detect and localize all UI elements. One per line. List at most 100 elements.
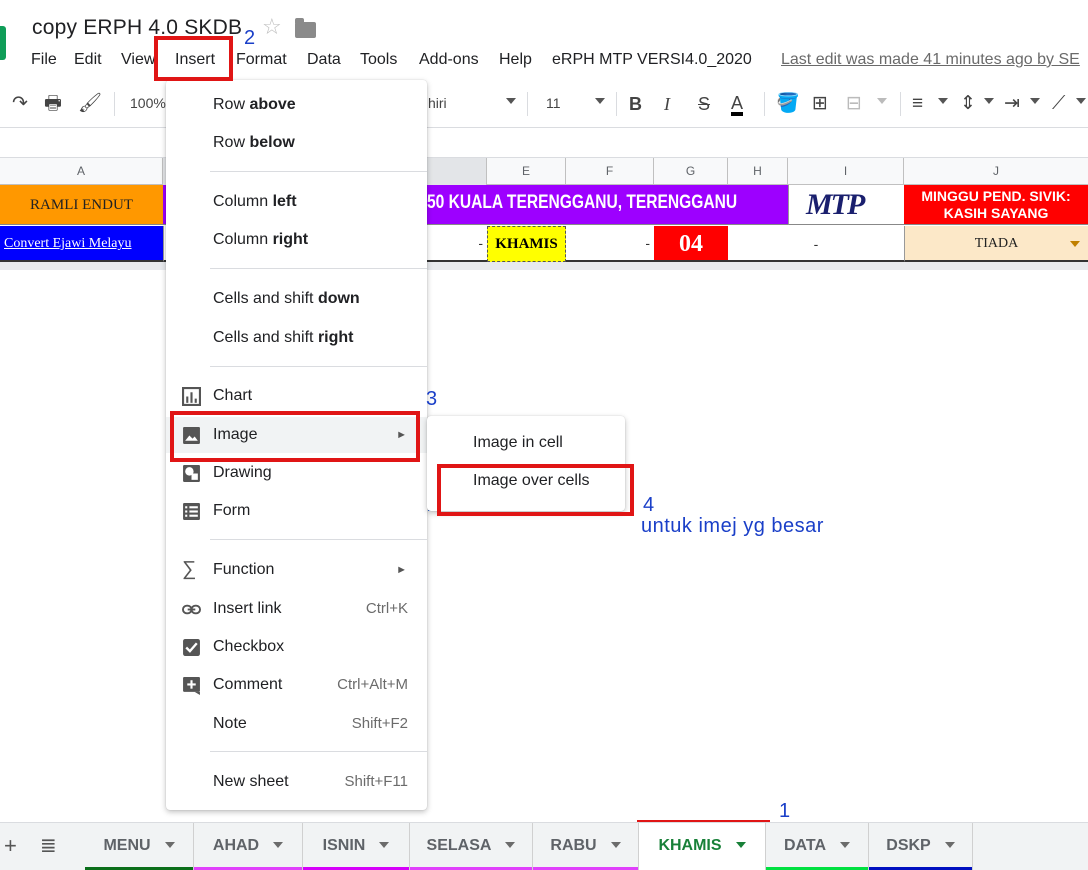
tab-dropdown-icon[interactable] [735, 842, 746, 848]
toolbar-divider [900, 92, 901, 116]
annotation-box-image-over-cells [437, 464, 634, 516]
cell-teacher-name[interactable]: RAMLI ENDUT [0, 185, 163, 225]
column-header-g[interactable]: G [654, 158, 728, 185]
menu-file[interactable]: File [31, 51, 57, 69]
menu-comment[interactable]: Comment Ctrl+Alt+M [166, 667, 427, 703]
italic-icon[interactable]: I [664, 94, 670, 114]
rotation-dropdown-icon[interactable] [1076, 98, 1086, 104]
vertical-align-dropdown-icon[interactable] [984, 98, 994, 104]
column-header-a[interactable]: A [0, 158, 163, 185]
font-size-dropdown-icon[interactable] [595, 98, 605, 104]
paint-format-icon[interactable]: 🖌 [78, 94, 102, 114]
column-header-f[interactable]: F [566, 158, 654, 185]
tab-dropdown-icon[interactable] [944, 842, 955, 848]
sheet-tab-khamis[interactable]: KHAMIS [639, 823, 766, 870]
wrap-dropdown-icon[interactable] [1030, 98, 1040, 104]
sheets-logo[interactable] [0, 26, 6, 60]
fill-color-icon[interactable]: 🪣 [776, 94, 800, 114]
text-color-icon[interactable]: A [731, 94, 744, 116]
last-edit-link[interactable]: Last edit was made 41 minutes ago by SE [781, 51, 1080, 69]
cell-hi[interactable]: - [728, 226, 904, 262]
menu-data[interactable]: Data [307, 51, 341, 69]
sheet-tab-selasa[interactable]: SELASA [410, 823, 533, 870]
cell-dropdown-tiada[interactable]: TIADA [904, 226, 1088, 262]
menu-erph[interactable]: eRPH MTP VERSI4.0_2020 [552, 51, 752, 69]
sheet-tab-ahad[interactable]: AHAD [194, 823, 303, 870]
menu-separator [210, 366, 427, 367]
menu-tools[interactable]: Tools [360, 51, 397, 69]
menu-view[interactable]: View [121, 51, 155, 69]
strikethrough-icon[interactable]: S [698, 94, 710, 114]
menu-chart[interactable]: Chart [166, 378, 427, 414]
shortcut-text: Ctrl+K [365, 600, 408, 617]
menu-column-right[interactable]: Column right [166, 222, 427, 258]
add-comment-icon [183, 677, 200, 695]
menu-checkbox[interactable]: Checkbox [166, 629, 427, 665]
menu-function[interactable]: ∑ Function ► [166, 552, 427, 588]
star-icon[interactable]: ☆ [262, 14, 282, 40]
font-size-select[interactable]: 11 [546, 95, 561, 111]
align-dropdown-icon[interactable] [938, 98, 948, 104]
tab-dropdown-icon[interactable] [164, 842, 175, 848]
bold-icon[interactable]: B [629, 94, 642, 114]
align-icon[interactable]: ≡ [912, 94, 923, 114]
menu-column-left[interactable]: Column left [166, 184, 427, 220]
tab-dropdown-icon[interactable] [505, 842, 516, 848]
cell-minggu[interactable]: MINGGU PEND. SIVIK: KASIH SAYANG [904, 185, 1088, 225]
toolbar: ↷ 🖶 🖌 100% hiri 11 B I S A 🪣 ⊞ ⊟ ≡ ⇕ ⇥ ⟋ [0, 82, 1088, 128]
menu-format[interactable]: Format [236, 51, 287, 69]
menu-note[interactable]: Note Shift+F2 [166, 706, 427, 742]
sheet-tab-dskp[interactable]: DSKP [869, 823, 973, 870]
column-header-j[interactable]: J [904, 158, 1088, 185]
menu-help[interactable]: Help [499, 51, 532, 69]
print-icon[interactable]: 🖶 [44, 94, 62, 114]
tab-dropdown-icon[interactable] [273, 842, 284, 848]
menu-row-above[interactable]: Row above [166, 87, 427, 123]
sheet-tab-menu[interactable]: MENU [85, 823, 194, 870]
column-header-h[interactable]: H [728, 158, 788, 185]
menu-insert-link[interactable]: Insert link Ctrl+K [166, 591, 427, 627]
text-wrap-icon[interactable]: ⇥ [1004, 94, 1020, 114]
cell-f[interactable]: - [566, 226, 654, 262]
redo-icon[interactable]: ↷ [12, 94, 28, 114]
vertical-align-icon[interactable]: ⇕ [960, 94, 976, 114]
menu-separator [210, 751, 427, 752]
toolbar-divider [114, 92, 115, 116]
sheet-tab-data[interactable]: DATA [766, 823, 869, 870]
add-sheet-icon[interactable]: + [4, 833, 17, 859]
column-header-i[interactable]: I [788, 158, 904, 185]
submenu-arrow-icon: ► [396, 564, 407, 576]
sheet-tab-rabu[interactable]: RABU [533, 823, 639, 870]
menu-cells-shift-right[interactable]: Cells and shift right [166, 320, 427, 356]
column-header-row: A E F G H I J [0, 157, 1088, 185]
merge-dropdown-icon[interactable] [877, 98, 887, 104]
sheet-tab-isnin[interactable]: ISNIN [303, 823, 410, 870]
text-rotation-icon[interactable]: ⟋ [1052, 94, 1065, 114]
menu-edit[interactable]: Edit [74, 51, 102, 69]
merge-cells-icon[interactable]: ⊟ [846, 94, 862, 114]
menu-image-in-cell[interactable]: Image in cell [473, 434, 563, 452]
cell-day[interactable]: KHAMIS [487, 226, 566, 262]
menu-row-below[interactable]: Row below [166, 125, 427, 161]
menu-separator [210, 268, 427, 269]
annotation-note: untuk imej yg besar [641, 515, 824, 537]
tab-dropdown-icon[interactable] [610, 842, 621, 848]
cell-week-number[interactable]: 04 [654, 226, 728, 262]
dropdown-arrow-icon[interactable] [1070, 241, 1080, 247]
font-dropdown-icon[interactable] [506, 98, 516, 104]
menu-cells-shift-down[interactable]: Cells and shift down [166, 281, 427, 317]
tab-dropdown-icon[interactable] [379, 842, 390, 848]
menu-form[interactable]: Form [166, 493, 427, 529]
zoom-select[interactable]: 100% [130, 95, 166, 111]
form-icon [183, 503, 200, 520]
folder-icon[interactable] [295, 18, 316, 38]
menu-new-sheet[interactable]: New sheet Shift+F11 [166, 764, 427, 800]
column-header-e[interactable]: E [487, 158, 566, 185]
font-select[interactable]: hiri [428, 95, 447, 111]
menu-add-ons[interactable]: Add-ons [419, 51, 479, 69]
convert-ejawi-link[interactable]: Convert Ejawi Melayu [0, 226, 163, 262]
tab-dropdown-icon[interactable] [840, 842, 851, 848]
all-sheets-icon[interactable]: ≣ [40, 833, 57, 858]
borders-icon[interactable]: ⊞ [812, 94, 828, 114]
sigma-icon: ∑ [182, 558, 197, 580]
